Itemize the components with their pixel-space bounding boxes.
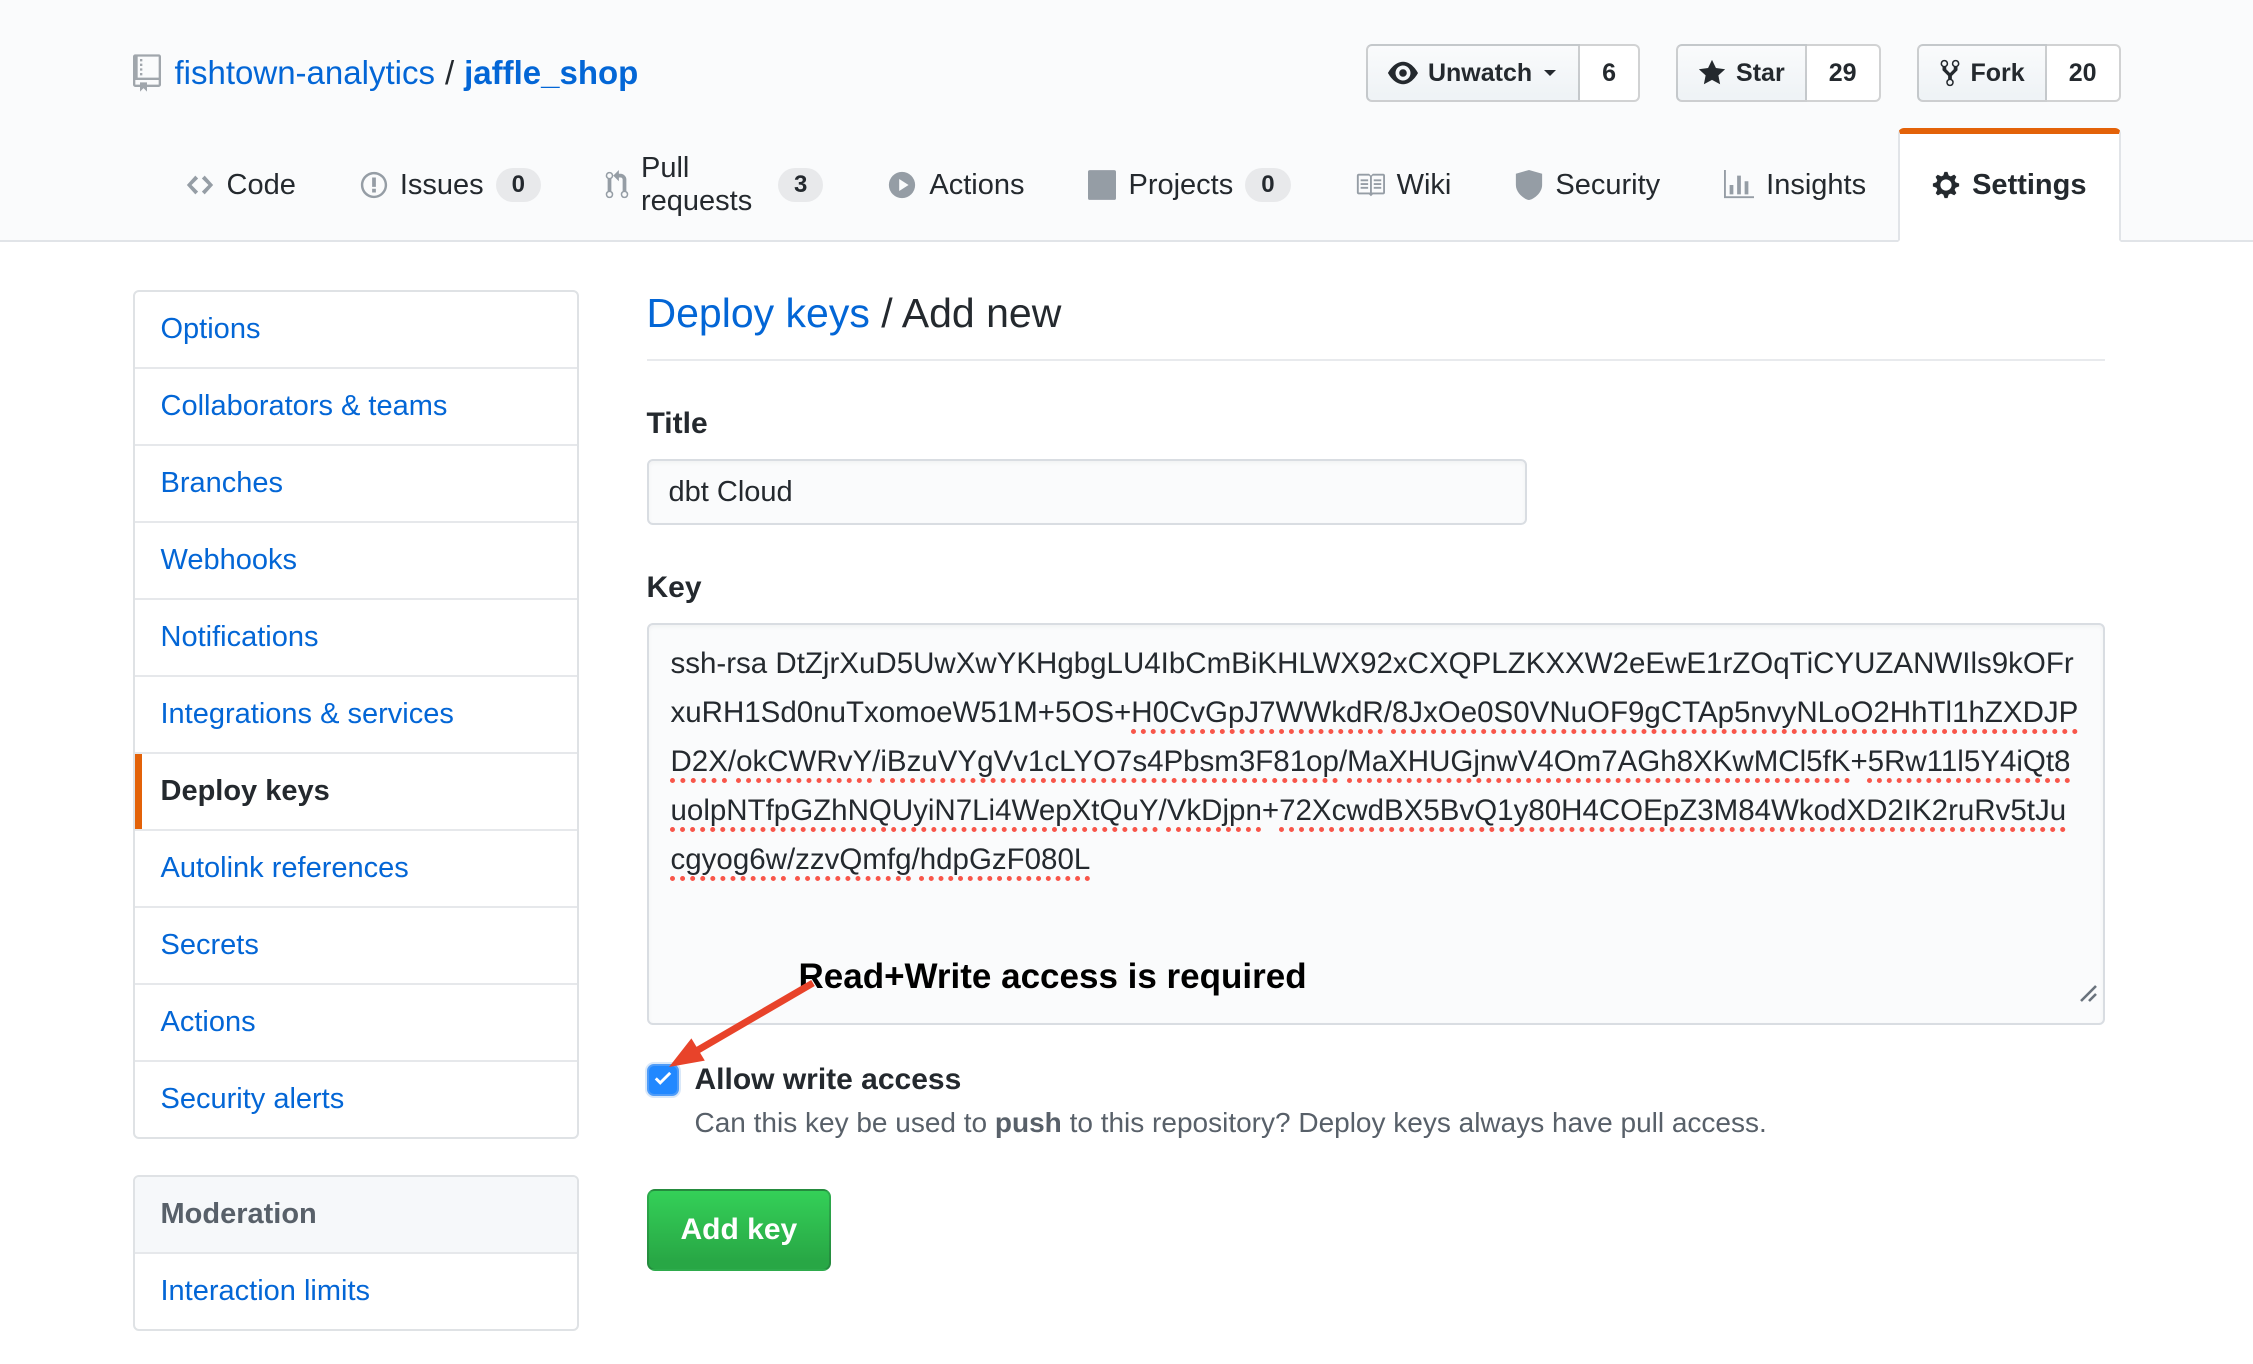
star-label: Star — [1736, 59, 1785, 88]
breadcrumb-current: Add new — [902, 290, 1062, 336]
wiki-book-icon — [1355, 170, 1385, 200]
tab-actions-label: Actions — [929, 169, 1024, 202]
tab-wiki[interactable]: Wiki — [1323, 128, 1484, 242]
tab-projects[interactable]: Projects 0 — [1056, 128, 1322, 242]
caret-down-icon — [1542, 65, 1558, 81]
sidebar-item-security-alerts[interactable]: Security alerts — [135, 1062, 577, 1137]
add-key-button[interactable]: Add key — [647, 1189, 832, 1271]
page-title: Deploy keys / Add new — [647, 290, 2105, 361]
sidebar-item-secrets[interactable]: Secrets — [135, 908, 577, 985]
pulls-counter: 3 — [778, 168, 823, 202]
tab-insights-label: Insights — [1766, 169, 1866, 202]
sidebar-item-notifications[interactable]: Notifications — [135, 600, 577, 677]
tab-pulls-label: Pull requests — [641, 152, 766, 218]
star-icon — [1698, 58, 1726, 88]
tab-wiki-label: Wiki — [1397, 169, 1452, 202]
help-text-suffix: to this repository? Deploy keys always h… — [1062, 1107, 1767, 1138]
key-textarea[interactable]: ssh-rsa DtZjrXuD5UwXwYKHgbgLU4IbCmBiKHLW… — [647, 623, 2105, 1025]
star-button[interactable]: Star — [1676, 44, 1807, 102]
sidebar-item-autolink-references[interactable]: Autolink references — [135, 831, 577, 908]
repo-book-icon — [133, 54, 161, 92]
deploy-key-text: ssh-rsa DtZjrXuD5UwXwYKHgbgLU4IbCmBiKHLW… — [671, 647, 2079, 876]
tab-pull-requests[interactable]: Pull requests 3 — [573, 128, 855, 242]
sidebar-item-webhooks[interactable]: Webhooks — [135, 523, 577, 600]
shield-icon — [1515, 170, 1543, 200]
title-label: Title — [647, 407, 2105, 441]
forks-count[interactable]: 20 — [2047, 44, 2121, 102]
watch-button-group: Unwatch 6 — [1366, 44, 1640, 102]
graph-icon — [1724, 170, 1754, 200]
repo-title: fishtown-analytics / jaffle_shop — [133, 54, 639, 92]
main-content: Deploy keys / Add new Title Key ssh-rsa … — [647, 290, 2105, 1331]
gear-icon — [1932, 170, 1960, 200]
unwatch-button[interactable]: Unwatch — [1366, 44, 1580, 102]
repo-tab-nav: Code Issues 0 Pull requests 3 A — [133, 128, 2121, 240]
fork-button-group: Fork 20 — [1917, 44, 2121, 102]
tab-issues-label: Issues — [400, 169, 484, 202]
eye-icon — [1388, 58, 1418, 88]
help-text-push: push — [995, 1107, 1062, 1138]
sidebar-item-branches[interactable]: Branches — [135, 446, 577, 523]
star-button-group: Star 29 — [1676, 44, 1880, 102]
tab-projects-label: Projects — [1128, 169, 1233, 202]
tab-actions[interactable]: Actions — [855, 128, 1056, 242]
sidebar-item-actions[interactable]: Actions — [135, 985, 577, 1062]
issue-opened-icon — [360, 170, 388, 200]
projects-counter: 0 — [1245, 168, 1290, 202]
tab-code-label: Code — [227, 169, 296, 202]
sidebar-item-options[interactable]: Options — [135, 292, 577, 369]
sidebar-item-integrations-services[interactable]: Integrations & services — [135, 677, 577, 754]
fork-button[interactable]: Fork — [1917, 44, 2047, 102]
allow-write-access-label: Allow write access — [695, 1063, 962, 1097]
deploy-keys-breadcrumb-link[interactable]: Deploy keys — [647, 290, 870, 336]
title-input[interactable] — [647, 459, 1527, 525]
issues-counter: 0 — [496, 168, 541, 202]
pull-request-icon — [605, 170, 629, 200]
settings-sidebar: Options Collaborators & teams Branches W… — [133, 290, 579, 1331]
stargazers-count[interactable]: 29 — [1807, 44, 1881, 102]
sidebar-item-deploy-keys[interactable]: Deploy keys — [135, 754, 577, 831]
code-icon — [185, 170, 215, 200]
tab-settings[interactable]: Settings — [1898, 128, 2120, 242]
moderation-heading: Moderation — [135, 1177, 577, 1254]
settings-menu: Options Collaborators & teams Branches W… — [133, 290, 579, 1139]
repo-separator: / — [445, 54, 454, 92]
help-text-prefix: Can this key be used to — [695, 1107, 995, 1138]
checkmark-icon — [652, 1067, 674, 1094]
sidebar-item-collaborators-teams[interactable]: Collaborators & teams — [135, 369, 577, 446]
fork-icon — [1939, 58, 1961, 88]
repo-owner-link[interactable]: fishtown-analytics — [175, 54, 435, 92]
tab-security-label: Security — [1555, 169, 1660, 202]
repo-header: fishtown-analytics / jaffle_shop Unwatch — [0, 0, 2253, 242]
tab-code[interactable]: Code — [153, 128, 328, 242]
moderation-menu: Moderation Interaction limits — [133, 1175, 579, 1331]
breadcrumb-separator: / — [870, 290, 902, 336]
tab-issues[interactable]: Issues 0 — [328, 128, 573, 242]
allow-write-access-checkbox[interactable] — [647, 1064, 679, 1096]
unwatch-label: Unwatch — [1428, 59, 1532, 88]
project-board-icon — [1088, 170, 1116, 200]
fork-label: Fork — [1971, 59, 2025, 88]
play-icon — [887, 170, 917, 200]
write-access-help-text: Can this key be used to push to this rep… — [695, 1107, 2105, 1139]
repo-name-link[interactable]: jaffle_shop — [464, 54, 638, 92]
key-label: Key — [647, 571, 2105, 605]
tab-insights[interactable]: Insights — [1692, 128, 1898, 242]
sidebar-item-interaction-limits[interactable]: Interaction limits — [135, 1254, 577, 1329]
tab-settings-label: Settings — [1972, 169, 2086, 202]
tab-security[interactable]: Security — [1483, 128, 1692, 242]
textarea-resize-handle[interactable] — [2075, 970, 2099, 1019]
watchers-count[interactable]: 6 — [1580, 44, 1640, 102]
